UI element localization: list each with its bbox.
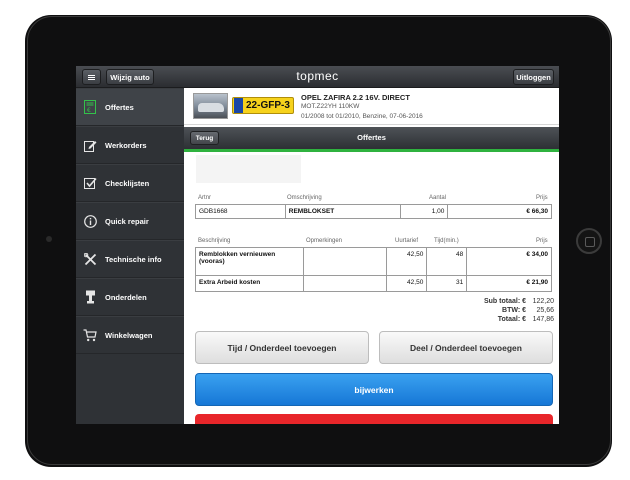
car-model: OPEL ZAFIRA 2.2 16V. DIRECT <box>301 93 410 102</box>
car-header: 22-GFP-3 OPEL ZAFIRA 2.2 16V. DIRECT MOT… <box>184 88 559 125</box>
sidebar-item-technische-info[interactable]: Technische info <box>76 240 184 278</box>
sidebar-item-label: Winkelwagen <box>105 330 153 340</box>
cell-beschrijving: Remblokken vernieuwen (vooras) <box>195 247 304 276</box>
cell-uurtarief: 42,50 <box>386 247 428 276</box>
parts-table: GDB1668 REMBLOKSET 1,00 € 66,30 <box>195 204 552 219</box>
camera-icon <box>46 236 52 242</box>
sidebar-item-checklijsten[interactable]: Checklijsten <box>76 164 184 202</box>
checkbox-icon <box>83 176 97 190</box>
total-value: 147,86 <box>532 316 554 323</box>
subtotal-label: Sub totaal: € <box>483 298 526 305</box>
sidebar-item-winkelwagen[interactable]: Winkelwagen <box>76 316 184 354</box>
info-icon <box>83 214 97 228</box>
sidebar-item-label: Werkorders <box>105 140 147 150</box>
cell-prijs: € 21,90 <box>466 275 552 292</box>
subtotal-value: 122,20 <box>532 298 554 305</box>
cell-artnr: GDB1668 <box>195 204 286 219</box>
cell-tijd: 31 <box>426 275 468 292</box>
update-button[interactable]: bijwerken <box>195 373 553 406</box>
hamburger-icon <box>88 76 95 78</box>
eu-flag-icon <box>234 98 243 113</box>
btw-label: BTW: € <box>502 307 526 314</box>
sidebar-item-label: Offertes <box>105 102 134 112</box>
sidebar-item-onderdelen[interactable]: Onderdelen <box>76 278 184 316</box>
sidebar-item-label: Checklijsten <box>105 178 150 188</box>
cell-uurtarief: 42,50 <box>386 275 428 292</box>
parts-icon <box>83 290 97 304</box>
col-header-prijs: Prijs <box>536 195 548 201</box>
cell-beschrijving: Extra Arbeid kosten <box>195 275 304 292</box>
sidebar-item-quick-repair[interactable]: Quick repair <box>76 202 184 240</box>
col-header-omschrijving: Omschrijving <box>287 195 322 201</box>
add-part-button[interactable]: Deel / Onderdeel toevoegen <box>379 331 553 364</box>
edit-icon <box>83 138 97 152</box>
sidebar-item-label: Onderdelen <box>105 292 147 302</box>
back-button[interactable]: Terug <box>190 131 219 145</box>
app-screen: Wijzig auto topmec Uitloggen € Offertes … <box>76 66 559 424</box>
cart-icon <box>83 328 97 342</box>
menu-button[interactable] <box>82 69 101 85</box>
cell-prijs: € 66,30 <box>447 204 552 219</box>
table-row[interactable]: GDB1668 REMBLOKSET 1,00 € 66,30 <box>195 204 552 219</box>
table-row[interactable]: Extra Arbeid kosten 42,50 31 € 21,90 <box>195 275 552 292</box>
col-header-tijd: Tijd(min.) <box>434 238 459 244</box>
sidebar-item-werkorders[interactable]: Werkorders <box>76 126 184 164</box>
cell-opmerkingen <box>302 275 388 292</box>
car-engine: MOT.Z22YH 110KW <box>301 103 360 110</box>
car-image <box>193 93 228 119</box>
cell-tijd: 48 <box>426 247 468 276</box>
sidebar: € Offertes Werkorders Checklijsten Quick… <box>76 88 184 424</box>
svg-text:€: € <box>87 107 91 114</box>
col-header-aantal: Aantal <box>429 195 447 201</box>
change-car-button[interactable]: Wijzig auto <box>106 69 154 85</box>
document-euro-icon: € <box>83 100 97 114</box>
cell-prijs: € 34,00 <box>466 247 552 276</box>
main-content: 22-GFP-3 OPEL ZAFIRA 2.2 16V. DIRECT MOT… <box>184 88 559 424</box>
app-title: topmec <box>296 69 339 83</box>
table-row[interactable]: Remblokken vernieuwen (vooras) 42,50 48 … <box>195 247 552 276</box>
cell-aantal: 1,00 <box>400 204 449 219</box>
sidebar-item-label: Technische info <box>105 254 162 264</box>
car-dates: 01/2008 tot 01/2010, Benzine, 07-06-2016 <box>301 113 423 120</box>
nav-bar: Terug Offertes <box>184 127 559 149</box>
col-header-uurtarief: Uurtarief <box>395 238 419 244</box>
home-button[interactable] <box>576 228 602 254</box>
accent-line <box>184 149 559 152</box>
top-bar: Wijzig auto topmec Uitloggen <box>76 66 559 88</box>
col-header-beschrijving: Beschrijving <box>198 238 231 244</box>
logout-button[interactable]: Uitloggen <box>513 69 554 85</box>
placeholder-block <box>196 155 301 183</box>
tools-icon <box>83 252 97 266</box>
cell-omschrijving: REMBLOKSET <box>284 204 402 219</box>
add-time-part-button[interactable]: Tijd / Onderdeel toevoegen <box>195 331 369 364</box>
license-plate: 22-GFP-3 <box>232 97 294 114</box>
labor-table: Remblokken vernieuwen (vooras) 42,50 48 … <box>195 247 552 292</box>
cell-opmerkingen <box>302 247 388 276</box>
sidebar-item-offertes[interactable]: € Offertes <box>76 88 184 126</box>
delete-button[interactable] <box>195 414 553 424</box>
page-title: Offertes <box>357 133 386 142</box>
col-header-artnr: Artnr <box>198 195 212 201</box>
col-header-prijs-2: Prijs <box>536 238 548 244</box>
plate-number: 22-GFP-3 <box>246 100 290 111</box>
col-header-opmerkingen: Opmerkingen <box>306 238 343 244</box>
total-label: Totaal: € <box>497 316 526 323</box>
btw-value: 25,66 <box>536 307 554 314</box>
sidebar-item-label: Quick repair <box>105 216 149 226</box>
